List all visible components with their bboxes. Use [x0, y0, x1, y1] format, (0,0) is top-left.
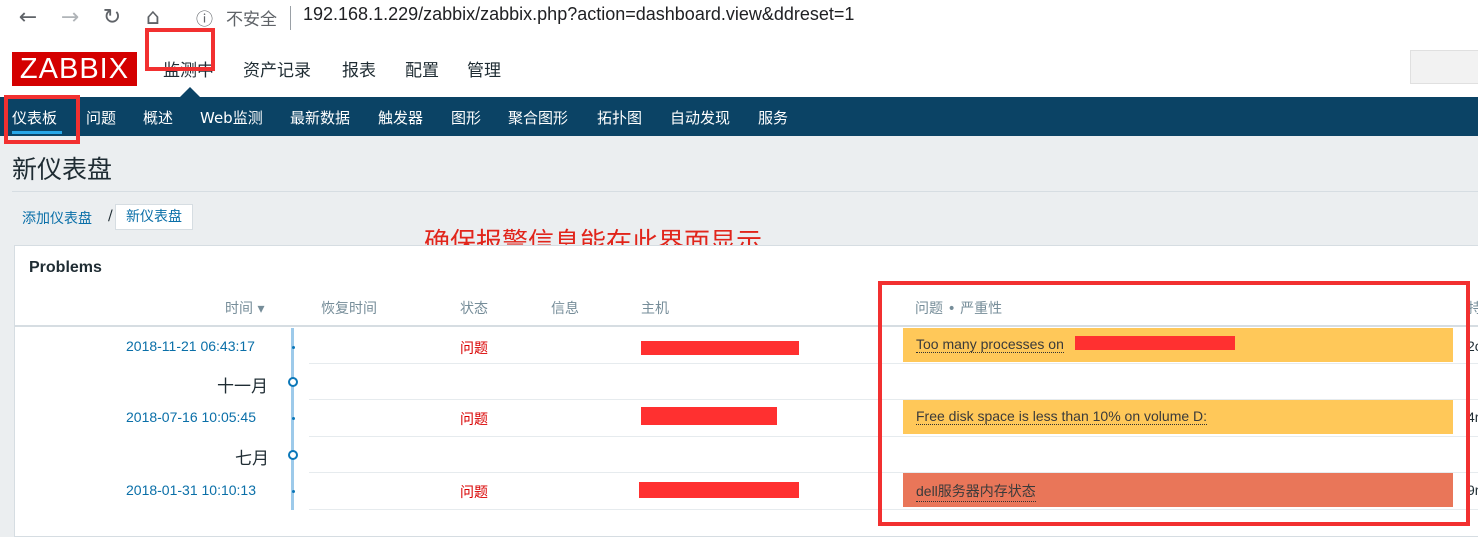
highlight-box-monitoring: [145, 28, 215, 71]
sub-menu-services[interactable]: 服务: [758, 107, 788, 128]
month-label: 七月: [235, 449, 269, 469]
info-circle-icon[interactable]: ⓘ: [196, 5, 213, 30]
highlight-box-problems: [878, 281, 1470, 526]
sub-menu-maps[interactable]: 拓扑图: [597, 107, 642, 128]
redacted-host[interactable]: [639, 482, 799, 498]
timeline-dot-icon: [292, 490, 295, 493]
highlight-box-dashboard: [4, 95, 80, 144]
redacted-host[interactable]: [641, 407, 777, 425]
sub-menu-screens[interactable]: 聚合图形: [508, 107, 568, 128]
timeline-dot-icon: [292, 346, 295, 349]
breadcrumb-separator: /: [108, 208, 113, 224]
search-input[interactable]: [1410, 50, 1478, 84]
sub-menu-triggers[interactable]: 触发器: [378, 107, 423, 128]
zabbix-logo[interactable]: ZABBIX: [12, 52, 137, 86]
row-status: 问题: [460, 412, 488, 428]
row-time-link[interactable]: 2018-01-31 10:10:13: [126, 482, 256, 498]
sub-menu-overview[interactable]: 概述: [143, 107, 173, 128]
sub-menu-latest-data[interactable]: 最新数据: [290, 107, 350, 128]
row-time-link[interactable]: 2018-11-21 06:43:17: [126, 338, 255, 354]
top-menu: ZABBIX 监测中 资产记录 报表 配置 管理: [0, 38, 1478, 97]
month-label: 十一月: [217, 377, 268, 397]
title-divider: [12, 191, 1478, 192]
column-header-status: 状态: [460, 301, 488, 317]
reload-icon[interactable]: ↻: [96, 2, 128, 34]
sub-menu: 仪表板 问题 概述 Web监测 最新数据 触发器 图形 聚合图形 拓扑图 自动发…: [0, 97, 1478, 136]
timeline-dot-icon: [292, 417, 295, 420]
top-menu-administration[interactable]: 管理: [467, 56, 501, 81]
row-time-link[interactable]: 2018-07-16 10:05:45: [126, 409, 256, 425]
insecure-label[interactable]: 不安全: [226, 5, 277, 30]
page-title: 新仪表盘: [12, 155, 113, 184]
row-status: 问题: [460, 485, 488, 501]
top-menu-inventory[interactable]: 资产记录: [243, 56, 311, 81]
widget-title: Problems: [29, 259, 102, 276]
sub-menu-graphs[interactable]: 图形: [451, 107, 481, 128]
breadcrumb-add-dashboard[interactable]: 添加仪表盘: [22, 208, 92, 228]
back-arrow-icon[interactable]: ←: [12, 2, 44, 34]
row-status: 问题: [460, 341, 488, 357]
browser-toolbar: ← → ↻ ⌂ ⓘ 不安全 192.168.1.229/zabbix/zabbi…: [0, 0, 1478, 39]
timeline-month-marker-icon: [288, 377, 298, 387]
column-header-host: 主机: [641, 301, 669, 317]
top-menu-reports[interactable]: 报表: [342, 56, 376, 81]
forward-arrow-icon[interactable]: →: [54, 2, 86, 34]
column-header-info: 信息: [551, 301, 579, 317]
sub-menu-problems[interactable]: 问题: [86, 107, 116, 128]
top-menu-configuration[interactable]: 配置: [405, 56, 439, 81]
column-header-recovery-time: 恢复时间: [321, 301, 377, 317]
sub-menu-web[interactable]: Web监测: [200, 107, 263, 128]
timeline-month-marker-icon: [288, 450, 298, 460]
address-bar-url[interactable]: 192.168.1.229/zabbix/zabbix.php?action=d…: [303, 4, 854, 25]
address-divider: [290, 6, 291, 30]
sub-menu-discovery[interactable]: 自动发现: [670, 107, 730, 128]
redacted-host[interactable]: [641, 341, 799, 355]
column-header-time[interactable]: 时间 ▾: [225, 298, 264, 318]
active-menu-caret-icon: [180, 87, 200, 97]
breadcrumb-current-dashboard[interactable]: 新仪表盘: [115, 204, 193, 230]
